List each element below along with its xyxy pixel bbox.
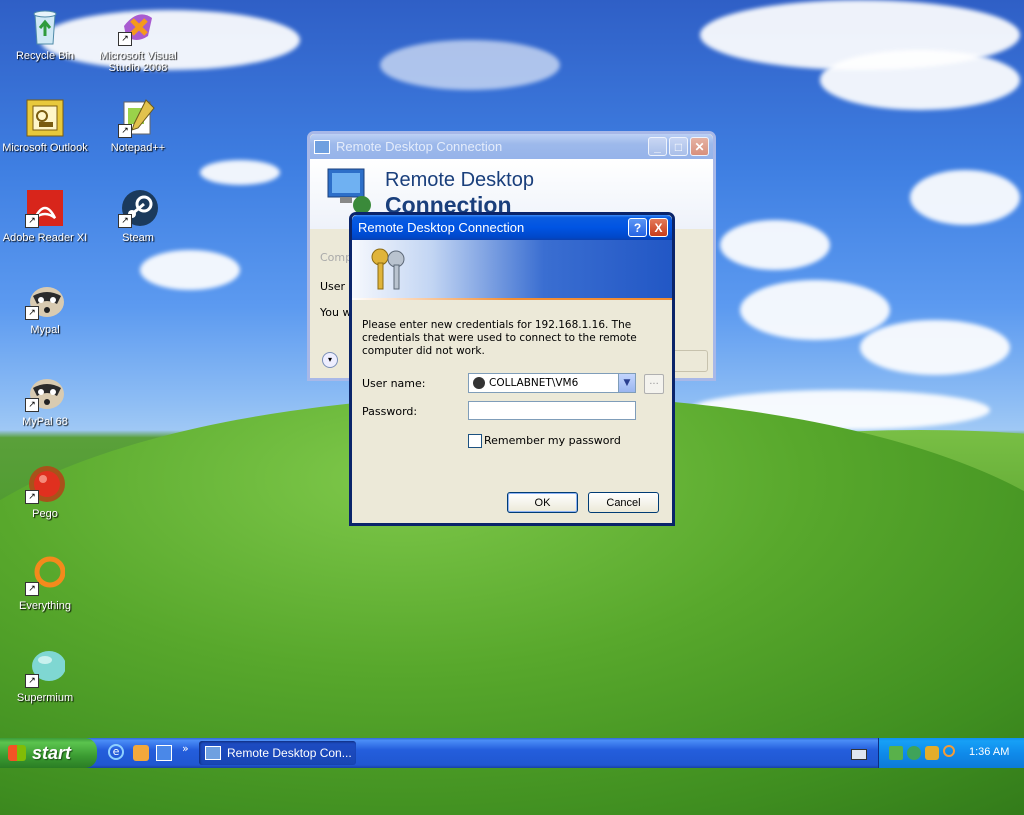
rdc-main-titlebar[interactable]: Remote Desktop Connection _ □ ✕ [310,134,713,159]
keys-icon [371,248,405,290]
ie-icon[interactable]: e [108,744,124,760]
credentials-message: Please enter new credentials for 192.168… [362,319,637,357]
shortcut-arrow-icon: ↗ [25,398,39,412]
adobe-reader-icon: ↗ [25,188,65,228]
mypal-68-icon: ↗ [25,372,65,412]
browse-button[interactable]: ... [644,374,664,394]
network-icon[interactable] [889,746,903,760]
help-button[interactable]: ? [628,218,647,237]
remember-password-label[interactable]: Remember my password [484,434,621,447]
shortcut-arrow-icon: ↗ [118,214,132,228]
shortcut-arrow-icon: ↗ [118,32,132,46]
password-field[interactable] [468,401,636,420]
visual-studio-icon: ↗ [118,6,158,46]
credentials-dialog[interactable]: Remote Desktop Connection ? X Please ent… [349,212,675,526]
desktop-icon-everything[interactable]: ↗ Everything [0,556,90,612]
clock[interactable]: 1:36 AM [969,746,1009,758]
close-button[interactable]: ✕ [690,137,709,156]
system-tray: 1:36 AM [878,738,1024,768]
pego-icon: ↗ [25,464,65,504]
credentials-banner [352,240,672,300]
outlook-icon [25,98,65,138]
media-icon[interactable] [133,745,149,761]
close-button[interactable]: X [649,218,668,237]
steam-icon: ↗ [118,188,158,228]
show-desktop-icon[interactable] [156,745,172,761]
rdc-app-icon [314,139,330,154]
taskbar: start e » Remote Desktop Con... 1:36 AM [0,738,1024,768]
desktop-icon-recycle-bin[interactable]: Recycle Bin [0,6,90,62]
shortcut-arrow-icon: ↗ [25,214,39,228]
notepad-plus-plus-icon: ↗ [118,98,158,138]
volume-icon[interactable] [925,746,939,760]
desktop-icon-outlook[interactable]: Microsoft Outlook [0,98,90,154]
ok-button[interactable]: OK [507,492,578,513]
desktop-icon-mypal-68[interactable]: ↗ MyPal 68 [0,372,90,428]
windows-logo-icon [8,745,26,761]
shortcut-arrow-icon: ↗ [25,582,39,596]
supermium-icon: ↗ [25,648,66,688]
chevron-down-icon[interactable]: ▼ [618,374,635,392]
username-combobox[interactable]: COLLABNET\VM6 ▼ [468,373,636,393]
desktop-icon-supermium[interactable]: ↗ Supermium [0,648,90,704]
shortcut-arrow-icon: ↗ [25,490,39,504]
everything-icon: ↗ [25,556,66,596]
cancel-button[interactable]: Cancel [588,492,659,513]
recycle-bin-icon [25,6,65,46]
desktop-icon-notepad-plus-plus[interactable]: ↗ Notepad++ [93,98,183,154]
shortcut-arrow-icon: ↗ [118,124,132,138]
keyboard-icon[interactable] [851,749,867,760]
options-expand-icon[interactable]: ▾ [322,352,338,368]
search-icon[interactable] [943,745,955,757]
start-button[interactable]: start [0,738,97,768]
security-icon[interactable] [907,746,921,760]
connect-button-partial [670,350,708,372]
desktop-icon-pego[interactable]: ↗ Pego [0,464,90,520]
maximize-button[interactable]: □ [669,137,688,156]
quicklaunch-chevron[interactable]: » [182,742,189,755]
taskbar-button-remote-desktop[interactable]: Remote Desktop Con... [199,741,356,765]
shortcut-arrow-icon: ↗ [25,306,39,320]
rdc-app-icon [205,746,221,760]
banner-divider [352,298,672,300]
credentials-titlebar[interactable]: Remote Desktop Connection ? X [352,215,672,240]
username-value: COLLABNET\VM6 [489,377,579,389]
password-label: Password: [362,405,418,418]
desktop-icon-adobe-reader[interactable]: ↗ Adobe Reader XI [0,188,90,244]
user-icon [473,377,485,389]
mypal-icon: ↗ [25,280,65,320]
desktop-icon-steam[interactable]: ↗ Steam [93,188,183,244]
remember-password-checkbox[interactable] [468,434,482,448]
minimize-button[interactable]: _ [648,137,667,156]
shortcut-arrow-icon: ↗ [25,674,39,688]
desktop-icon-visual-studio[interactable]: ↗ Microsoft Visual Studio 2008 [93,6,183,74]
rdc-monitor-icon [327,168,371,214]
desktop-icon-mypal[interactable]: ↗ Mypal [0,280,90,336]
username-label: User name: [362,377,426,390]
